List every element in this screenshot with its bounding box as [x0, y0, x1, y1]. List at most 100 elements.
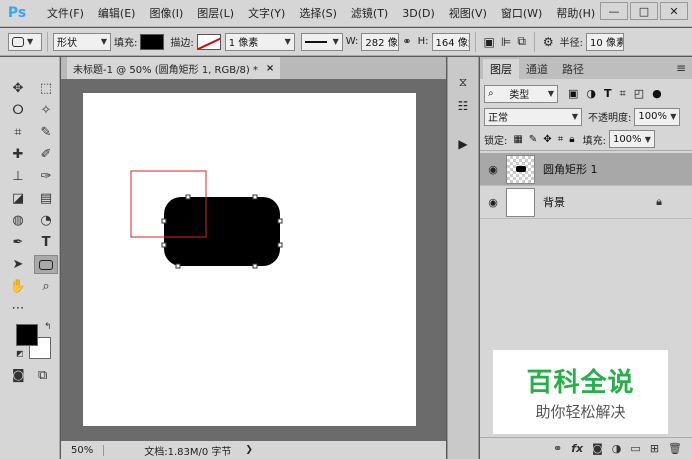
tool-preset-picker[interactable]: ▼: [8, 32, 42, 51]
lock-all-icon[interactable]: 🔒︎: [569, 134, 574, 145]
foreground-color-swatch[interactable]: [16, 324, 38, 346]
menu-filter[interactable]: 滤镜(T): [344, 5, 395, 21]
blend-mode-select[interactable]: 正常 ▼: [484, 107, 582, 126]
menu-edit[interactable]: 编辑(E): [91, 5, 143, 21]
tab-layers[interactable]: 图层: [483, 59, 519, 79]
hand-tool-icon[interactable]: ✋: [6, 277, 30, 296]
lock-artboard-icon[interactable]: ⌗: [558, 134, 564, 145]
lock-image-icon[interactable]: ✎: [529, 134, 537, 145]
fill-swatch[interactable]: [140, 33, 165, 50]
close-tab-icon[interactable]: ×: [266, 63, 274, 74]
document-workspace[interactable]: [61, 79, 446, 441]
chevron-right-icon[interactable]: ❯: [245, 445, 253, 455]
quick-mask-icon[interactable]: ◙: [12, 368, 25, 383]
filter-shape-icon[interactable]: ⌗: [620, 87, 626, 101]
actions-play-icon[interactable]: ▶: [451, 133, 475, 155]
radius-input[interactable]: 10 像素: [586, 32, 625, 51]
adjustment-layer-icon[interactable]: ◑: [612, 442, 622, 455]
canvas[interactable]: [83, 93, 416, 426]
more-tools-icon[interactable]: ⋯: [6, 299, 30, 318]
zoom-tool-icon[interactable]: ⌕: [34, 277, 58, 296]
menu-select[interactable]: 选择(S): [292, 5, 344, 21]
tab-channels[interactable]: 通道: [519, 59, 555, 79]
menu-window[interactable]: 窗口(W): [494, 5, 549, 21]
path-operations-icon[interactable]: ▣: [484, 35, 495, 49]
width-input[interactable]: 282 像素: [361, 32, 400, 51]
lock-transparent-icon[interactable]: ▦: [513, 134, 522, 145]
gradient-tool-icon[interactable]: ▤: [34, 189, 58, 208]
close-button[interactable]: ✕: [660, 2, 688, 20]
new-layer-icon[interactable]: ⊞: [650, 442, 659, 455]
minimize-button[interactable]: —: [600, 2, 628, 20]
eraser-tool-icon[interactable]: ◪: [6, 189, 30, 208]
filter-toggle-icon[interactable]: ●: [652, 87, 662, 100]
menu-file[interactable]: 文件(F): [40, 5, 91, 21]
screen-mode-icon[interactable]: ⧉: [38, 368, 47, 383]
stroke-type-select[interactable]: ▼: [300, 32, 343, 51]
path-arrangement-icon[interactable]: ⧉: [517, 34, 526, 49]
zoom-level[interactable]: 50%: [61, 444, 105, 456]
lasso-tool-icon[interactable]: ⵔ: [6, 101, 30, 120]
trash-icon[interactable]: 🗑︎: [668, 442, 682, 455]
filter-pixel-icon[interactable]: ▣: [568, 87, 578, 100]
default-colors-icon[interactable]: ◩: [16, 349, 24, 358]
layer-row-rounded-rect[interactable]: ◉ 圆角矩形 1: [480, 153, 692, 186]
menu-view[interactable]: 视图(V): [442, 5, 494, 21]
document-tab-bar: 未标题-1 @ 50% (圆角矩形 1, RGB/8) * ×: [61, 57, 446, 79]
width-label: W:: [345, 36, 359, 47]
link-layers-icon[interactable]: ⚭: [553, 442, 562, 455]
tab-paths[interactable]: 路径: [555, 59, 591, 79]
clone-stamp-tool-icon[interactable]: ⊥: [6, 167, 30, 186]
eye-icon[interactable]: ◉: [480, 163, 506, 176]
gear-icon[interactable]: ⚙: [543, 35, 554, 49]
filter-kind-select[interactable]: ⌕ 类型 ▼: [484, 84, 558, 103]
fx-icon[interactable]: fx: [571, 442, 583, 455]
path-alignment-icon[interactable]: ⊫: [501, 35, 511, 49]
menu-3d[interactable]: 3D(D): [395, 7, 442, 20]
type-tool-icon[interactable]: T: [34, 233, 58, 252]
chevron-down-icon: ▼: [547, 89, 554, 98]
path-selection-tool-icon[interactable]: ➤: [6, 255, 30, 274]
anchor-point: [185, 194, 191, 200]
rounded-rectangle-tool-icon[interactable]: [34, 255, 58, 274]
eye-icon[interactable]: ◉: [480, 196, 506, 209]
properties-panel-icon[interactable]: ☷: [451, 95, 475, 117]
magic-wand-tool-icon[interactable]: ✧: [34, 101, 58, 120]
menu-image[interactable]: 图像(I): [142, 5, 190, 21]
panel-menu-icon[interactable]: ≡: [676, 61, 686, 75]
height-input[interactable]: 164 像素: [431, 32, 470, 51]
move-tool-icon[interactable]: ✥: [6, 79, 30, 98]
shape-mode-select[interactable]: 形状 ▼: [53, 32, 111, 51]
marquee-tool-icon[interactable]: ⬚: [34, 79, 58, 98]
menu-help[interactable]: 帮助(H): [549, 5, 602, 21]
pen-tool-icon[interactable]: ✒: [6, 233, 30, 252]
stroke-swatch[interactable]: [196, 33, 221, 50]
history-panel-icon[interactable]: ⧖: [451, 71, 475, 93]
menu-layer[interactable]: 图层(L): [190, 5, 241, 21]
link-icon[interactable]: ⚭: [402, 35, 411, 48]
lock-position-icon[interactable]: ✥: [543, 134, 551, 145]
history-brush-tool-icon[interactable]: ✑: [34, 167, 58, 186]
filter-adjustment-icon[interactable]: ◑: [586, 87, 596, 100]
maximize-button[interactable]: □: [630, 2, 658, 20]
stroke-width-select[interactable]: 1 像素 ▼: [224, 32, 295, 51]
healing-brush-tool-icon[interactable]: ✚: [6, 145, 30, 164]
layers-panel-footer: ⚭ fx ◙ ◑ ▭ ⊞ 🗑︎: [480, 437, 692, 459]
swap-colors-icon[interactable]: ↰: [44, 322, 52, 332]
dodge-tool-icon[interactable]: ◔: [34, 211, 58, 230]
add-mask-icon[interactable]: ◙: [592, 442, 603, 455]
blur-tool-icon[interactable]: ◍: [6, 211, 30, 230]
search-icon: ⌕: [488, 88, 494, 99]
document-tab[interactable]: 未标题-1 @ 50% (圆角矩形 1, RGB/8) * ×: [67, 57, 281, 79]
crop-tool-icon[interactable]: ⌗: [6, 123, 30, 142]
new-group-icon[interactable]: ▭: [630, 442, 640, 455]
brush-tool-icon[interactable]: ✐: [34, 145, 58, 164]
fill-input[interactable]: 100% ▼: [608, 130, 655, 148]
opacity-input[interactable]: 100% ▼: [634, 107, 681, 126]
chevron-down-icon: ▼: [27, 37, 34, 46]
filter-type-icon[interactable]: T: [604, 87, 612, 100]
eyedropper-tool-icon[interactable]: ✎: [34, 123, 58, 142]
filter-smart-object-icon[interactable]: ◰: [634, 87, 644, 100]
menu-type[interactable]: 文字(Y): [241, 5, 292, 21]
layer-row-background[interactable]: ◉ 背景 🔒︎: [480, 186, 692, 219]
